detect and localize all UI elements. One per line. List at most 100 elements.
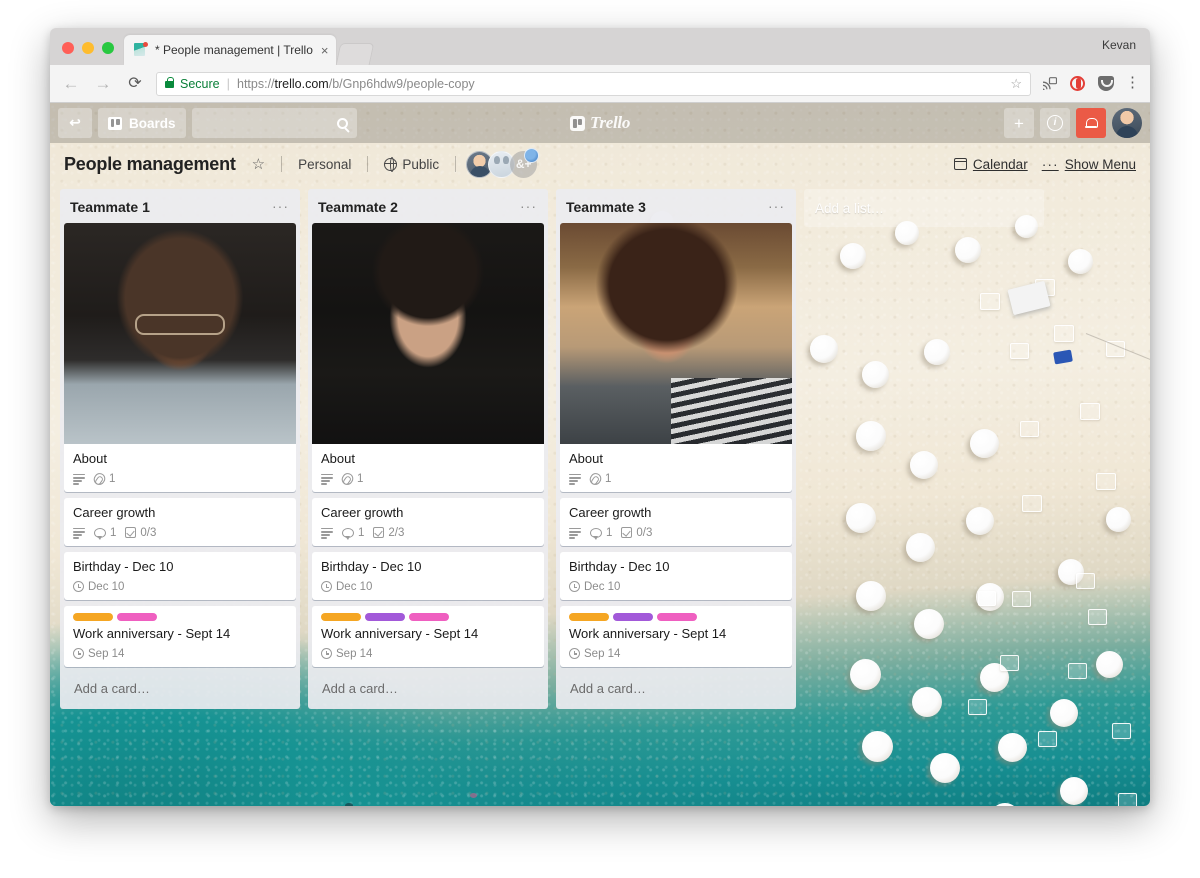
description-icon xyxy=(569,473,581,486)
trello-logo-text: Trello xyxy=(589,113,631,132)
search-input[interactable] xyxy=(191,108,357,138)
close-tab-button[interactable]: × xyxy=(321,44,329,57)
info-button[interactable]: i xyxy=(1040,108,1070,138)
card-badges: 1 0/3 xyxy=(569,527,784,541)
card-title: Birthday - Dec 10 xyxy=(73,558,174,574)
board-card[interactable]: Career growth 1 0/3 xyxy=(560,497,792,546)
card-badges: 1 xyxy=(73,470,288,487)
browser-profile-name[interactable]: Kevan xyxy=(1102,38,1136,52)
add-member-button[interactable]: &+ xyxy=(510,147,540,178)
board-card[interactable]: Birthday - Dec 10 Dec 10 xyxy=(64,551,296,600)
card-label-purple[interactable] xyxy=(365,612,405,621)
browser-toolbar: ← → ⟳ Secure | https://trello.com/b/Gnp6… xyxy=(50,65,1150,103)
boards-icon xyxy=(108,116,122,130)
board-card[interactable]: Birthday - Dec 10 Dec 10 xyxy=(312,551,544,600)
list-title[interactable]: Teammate 3 xyxy=(566,199,765,215)
list-menu-icon[interactable]: ··· xyxy=(765,200,788,213)
calendar-icon xyxy=(953,158,968,170)
search-icon xyxy=(336,117,348,129)
reload-icon[interactable]: ⟳ xyxy=(124,73,146,95)
list-title[interactable]: Teammate 1 xyxy=(70,199,269,215)
new-tab-button[interactable] xyxy=(336,43,375,65)
browser-menu-icon[interactable]: ⋮ xyxy=(1125,76,1140,90)
cast-icon[interactable] xyxy=(1041,75,1058,92)
board-card[interactable]: Career growth 1 2/3 xyxy=(312,497,544,546)
card-cover-image xyxy=(312,223,544,444)
show-menu-button[interactable]: ··· Show Menu xyxy=(1042,157,1136,172)
card-label-orange[interactable] xyxy=(321,612,361,621)
list-cards: About 1 Career growth 1 0/3 Birthday - Dec 10… xyxy=(60,223,300,667)
calendar-button[interactable]: Calendar xyxy=(953,157,1028,172)
board-title[interactable]: People management xyxy=(64,154,236,175)
description-icon xyxy=(569,527,581,539)
card-label-pink[interactable] xyxy=(657,612,697,621)
back-icon[interactable]: ← xyxy=(60,73,82,95)
url-divider: | xyxy=(226,76,230,91)
card-badges: Dec 10 xyxy=(569,581,784,593)
board-header: People management ☆ Personal Public &+ C… xyxy=(50,143,1150,185)
list-menu-icon[interactable]: ··· xyxy=(269,200,292,213)
card-badge: 1 xyxy=(94,527,116,541)
board-card[interactable]: About 1 xyxy=(312,223,544,492)
card-badge-text: Dec 10 xyxy=(336,580,373,593)
trello-nav-right: + i xyxy=(1004,108,1142,138)
card-title: Career growth xyxy=(321,504,404,520)
card-badge: 0/3 xyxy=(125,527,156,539)
board-card[interactable]: Birthday - Dec 10 Dec 10 xyxy=(560,551,792,600)
add-list-button[interactable]: Add a list… xyxy=(804,189,1044,227)
card-badge-text: 1 xyxy=(605,472,612,485)
card-badges: 1 0/3 xyxy=(73,527,288,541)
trello-favicon xyxy=(134,42,148,57)
attachment-icon xyxy=(339,470,356,487)
back-to-boards-button[interactable]: ↩ xyxy=(58,108,92,138)
user-avatar[interactable] xyxy=(1112,108,1142,138)
add-card-button[interactable]: Add a card… xyxy=(560,672,792,705)
list-title[interactable]: Teammate 2 xyxy=(318,199,517,215)
boards-button[interactable]: Boards xyxy=(98,108,186,138)
card-badge-text: 1 xyxy=(109,472,116,485)
card-label-orange[interactable] xyxy=(73,612,113,621)
card-label-orange[interactable] xyxy=(569,612,609,621)
card-badge: 1 xyxy=(590,527,612,541)
card-badges: Dec 10 xyxy=(73,581,288,593)
card-badge xyxy=(73,527,85,539)
list-header: Teammate 3 ··· xyxy=(556,189,796,223)
minimize-window-button[interactable] xyxy=(82,42,94,54)
opera-extension-icon[interactable] xyxy=(1069,75,1086,92)
browser-tab[interactable]: * People management | Trello × xyxy=(124,35,337,65)
add-card-button[interactable]: Add a card… xyxy=(64,672,296,705)
pocket-extension-icon[interactable] xyxy=(1097,75,1114,92)
notifications-button[interactable] xyxy=(1076,108,1106,138)
address-bar[interactable]: Secure | https://trello.com/b/Gnp6hdw9/p… xyxy=(156,71,1031,96)
board-card[interactable]: Career growth 1 0/3 xyxy=(64,497,296,546)
maximize-window-button[interactable] xyxy=(102,42,114,54)
board-card[interactable]: Work anniversary - Sept 14 Sep 14 xyxy=(560,605,792,667)
comment-icon xyxy=(94,527,106,541)
url-text: https://trello.com/b/Gnp6hdw9/people-cop… xyxy=(237,77,475,91)
board-card[interactable]: Work anniversary - Sept 14 Sep 14 xyxy=(312,605,544,667)
list-menu-icon[interactable]: ··· xyxy=(517,200,540,213)
card-label-purple[interactable] xyxy=(613,612,653,621)
add-button[interactable]: + xyxy=(1004,108,1034,138)
card-badge xyxy=(321,473,333,486)
board-lists-container: Teammate 1 ··· About 1 Career growth 1 0/3 Birt… xyxy=(50,185,1150,806)
add-card-button[interactable]: Add a card… xyxy=(312,672,544,705)
trello-logo[interactable]: Trello xyxy=(569,113,631,133)
star-board-button[interactable]: ☆ xyxy=(246,154,271,175)
due-date-icon xyxy=(569,581,580,593)
secure-label: Secure xyxy=(180,76,220,91)
board-card[interactable]: About 1 xyxy=(560,223,792,492)
card-label-pink[interactable] xyxy=(117,612,157,621)
card-label-pink[interactable] xyxy=(409,612,449,621)
star-icon: ☆ xyxy=(251,155,266,173)
close-window-button[interactable] xyxy=(62,42,74,54)
show-menu-label: Show Menu xyxy=(1064,156,1136,172)
forward-icon[interactable]: → xyxy=(92,73,114,95)
card-badges: Sep 14 xyxy=(569,648,784,660)
board-card[interactable]: Work anniversary - Sept 14 Sep 14 xyxy=(64,605,296,667)
card-labels xyxy=(73,612,288,621)
team-button[interactable]: Personal xyxy=(292,154,357,175)
bookmark-star-icon[interactable]: ☆ xyxy=(1010,76,1022,92)
board-card[interactable]: About 1 xyxy=(64,223,296,492)
visibility-button[interactable]: Public xyxy=(378,154,445,175)
